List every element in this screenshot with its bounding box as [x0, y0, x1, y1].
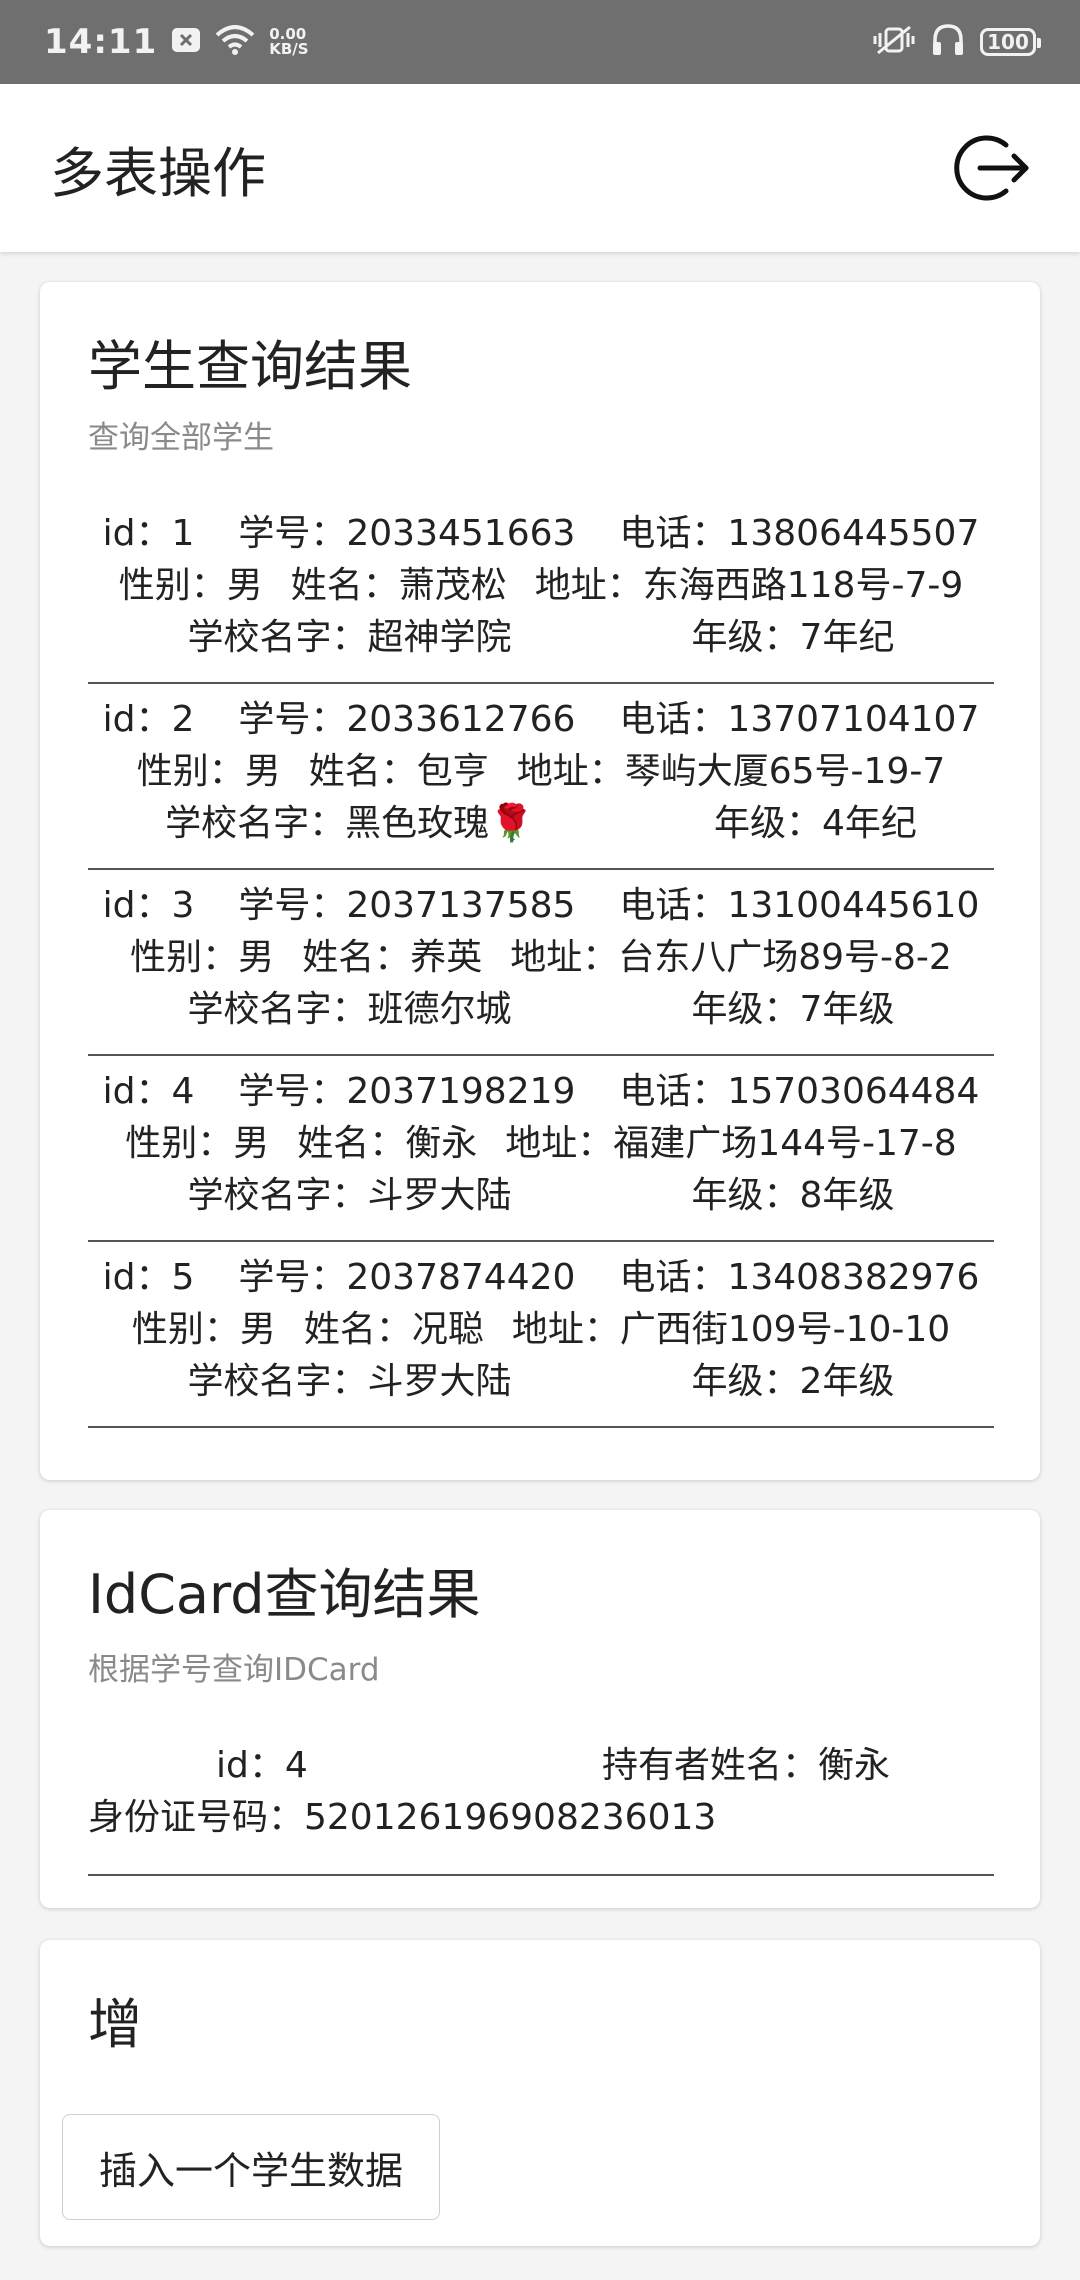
- logout-button[interactable]: [946, 123, 1036, 213]
- student-grade: 年级：8年级: [691, 1175, 895, 1216]
- student-address: 地址：琴屿大厦65号-19-7: [516, 751, 946, 792]
- student-id: id：5: [102, 1257, 195, 1298]
- app-bar: 多表操作: [0, 84, 1080, 252]
- students-card: 学生查询结果 查询全部学生 id：1 学号：2033451663 电话：138064…: [40, 282, 1040, 1480]
- insert-student-button[interactable]: 插入一个学生数据: [62, 2114, 440, 2220]
- student-school: 学校名字：班德尔城: [187, 989, 512, 1030]
- insert-card: 增 插入一个学生数据: [40, 1940, 1040, 2246]
- student-gender: 性别：男: [118, 565, 263, 606]
- network-speed-unit: KB/S: [269, 40, 309, 58]
- status-time: 14:11: [44, 22, 158, 62]
- student-address: 地址：广西街109号-10-10: [511, 1309, 951, 1350]
- student-name: 姓名：衡永: [297, 1123, 478, 1164]
- student-phone: 电话：13100445610: [619, 885, 980, 926]
- student-phone: 电话：15703064484: [619, 1071, 980, 1112]
- student-school: 学校名字：超神学院: [187, 617, 512, 658]
- student-name: 姓名：况聪: [303, 1309, 484, 1350]
- idcard-card-subtitle: 根据学号查询IDCard: [88, 1652, 380, 1688]
- logout-icon: [954, 135, 1029, 201]
- student-row: id：1 学号：2033451663 电话：13806445507 性别：男 姓名：萧…: [88, 498, 994, 684]
- students-card-title: 学生查询结果: [88, 335, 412, 398]
- network-speed: 0.00 KB/S: [269, 27, 308, 57]
- student-school: 学校名字：斗罗大陆: [187, 1361, 512, 1402]
- student-gender: 性别：男: [125, 1123, 270, 1164]
- student-grade: 年级：7年级: [691, 989, 895, 1030]
- idcard-row: id：4 持有者姓名：衡永 身份证号码：520126196908236013: [88, 1736, 994, 1876]
- student-number: 学号：2037198219: [238, 1071, 576, 1112]
- student-phone: 电话：13806445507: [619, 513, 980, 554]
- student-id: id：4: [102, 1071, 195, 1112]
- student-number: 学号：2033612766: [238, 699, 576, 740]
- student-name: 姓名：养英: [302, 937, 483, 978]
- student-grade: 年级：4年纪: [713, 803, 917, 844]
- student-gender: 性别：男: [131, 1309, 276, 1350]
- close-box-icon: [171, 27, 201, 57]
- headphones-icon: [930, 22, 966, 62]
- student-gender: 性别：男: [130, 937, 275, 978]
- status-bar-right: 100: [872, 22, 1041, 62]
- idcard-card: IdCard查询结果 根据学号查询IDCard id：4 持有者姓名：衡永 身份…: [40, 1510, 1040, 1908]
- student-school: 学校名字：斗罗大陆: [187, 1175, 512, 1216]
- student-row: id：3 学号：2037137585 电话：13100445610 性别：男 姓名：养…: [88, 870, 994, 1056]
- student-address: 地址：福建广场144号-17-8: [505, 1123, 957, 1164]
- student-id: id：3: [102, 885, 195, 926]
- student-row: id：4 学号：2037198219 电话：15703064484 性别：男 姓名：衡…: [88, 1056, 994, 1242]
- wifi-icon: [215, 25, 255, 59]
- student-name: 姓名：萧茂松: [290, 565, 507, 606]
- student-number: 学号：2037874420: [238, 1257, 576, 1298]
- idcard-holder: 持有者姓名：衡永: [602, 1745, 891, 1786]
- vibrate-icon: [872, 23, 916, 61]
- students-card-subtitle: 查询全部学生: [88, 420, 274, 456]
- student-id: id：1: [102, 513, 195, 554]
- student-gender: 性别：男: [136, 751, 281, 792]
- page-title: 多表操作: [50, 141, 266, 205]
- insert-card-title: 增: [88, 1993, 142, 2056]
- student-id: id：2: [102, 699, 195, 740]
- battery-icon: 100: [980, 28, 1041, 56]
- student-phone: 电话：13408382976: [619, 1257, 980, 1298]
- student-number: 学号：2037137585: [238, 885, 576, 926]
- student-row: id：2 学号：2033612766 电话：13707104107 性别：男 姓名：包…: [88, 684, 994, 870]
- idcard-number: 身份证号码：520126196908236013: [88, 1797, 717, 1838]
- student-row: id：5 学号：2037874420 电话：13408382976 性别：男 姓名：况…: [88, 1242, 994, 1428]
- student-grade: 年级：2年级: [691, 1361, 895, 1402]
- student-school: 学校名字：黑色玫瑰🌹: [165, 803, 534, 844]
- status-bar-left: 14:11 0.00 KB/S: [44, 22, 309, 62]
- student-phone: 电话：13707104107: [619, 699, 980, 740]
- student-address: 地址：东海西路118号-7-9: [534, 565, 964, 606]
- idcard-card-title: IdCard查询结果: [88, 1563, 481, 1626]
- student-grade: 年级：7年纪: [691, 617, 895, 658]
- status-bar: 14:11 0.00 KB/S 100: [0, 0, 1080, 84]
- student-name: 姓名：包亨: [308, 751, 489, 792]
- student-address: 地址：台东八广场89号-8-2: [510, 937, 952, 978]
- idcard-id: id：4: [216, 1745, 308, 1786]
- student-number: 学号：2033451663: [238, 513, 576, 554]
